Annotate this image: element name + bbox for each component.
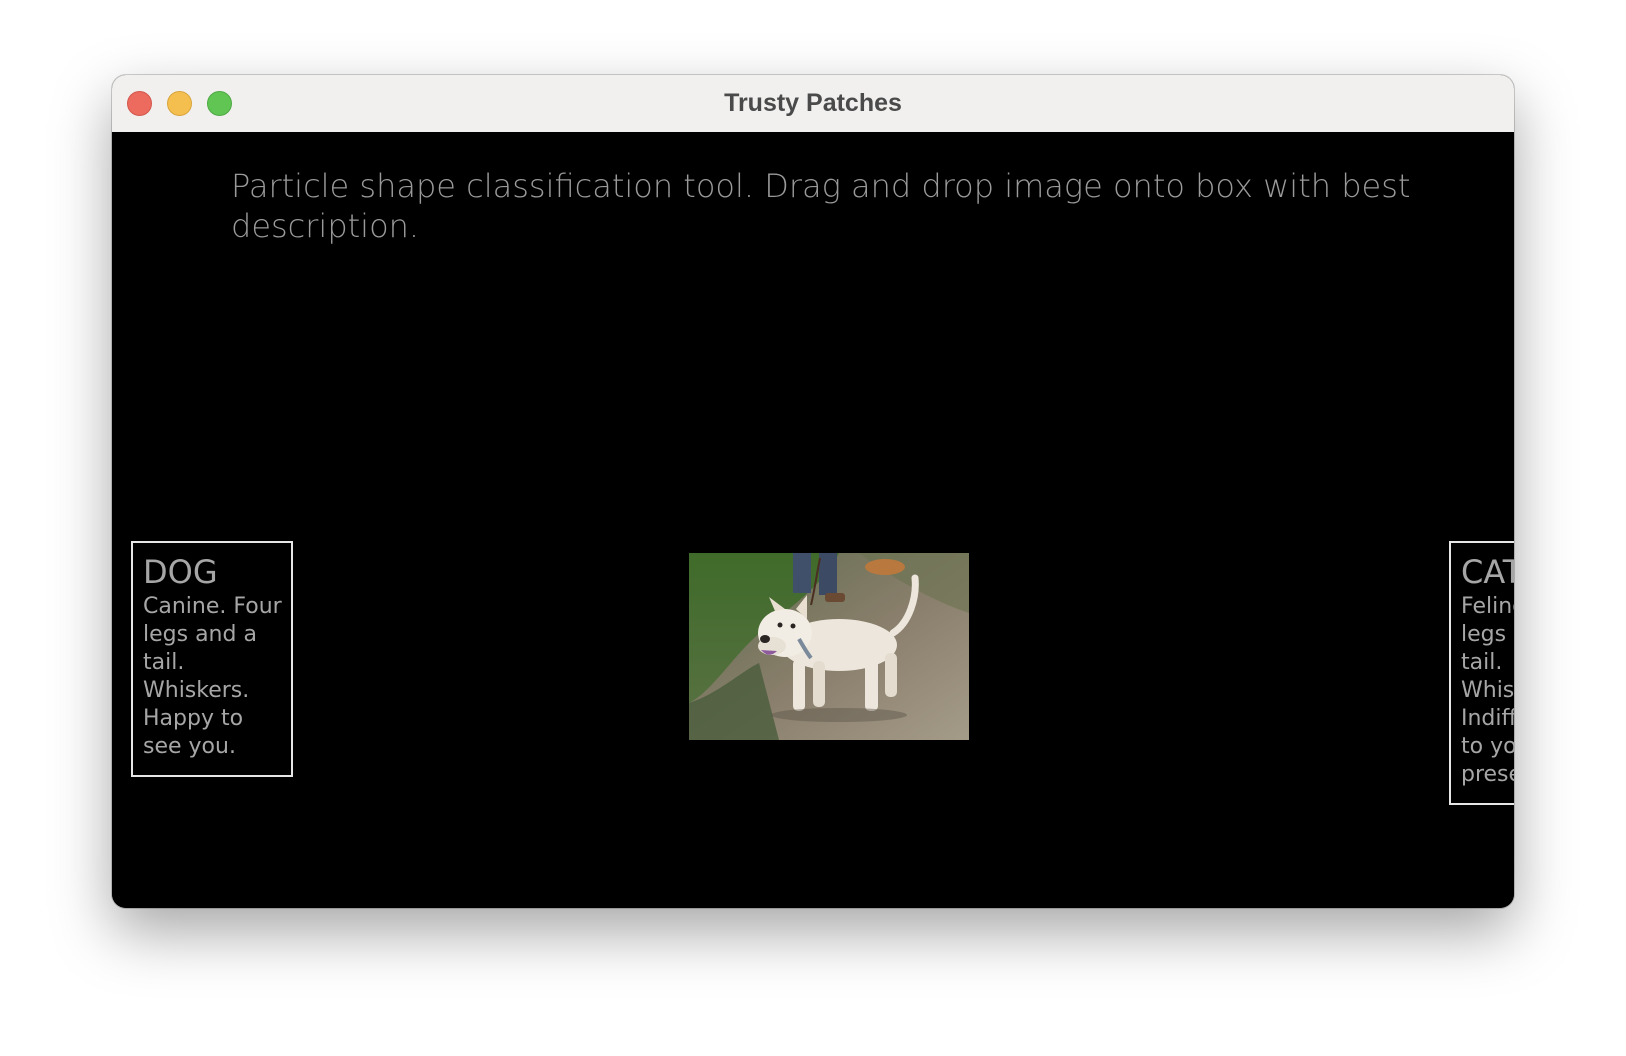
drop-target-title: CAT [1461,553,1514,591]
drop-target-description: Canine. Four legs and a tail. Whiskers. … [143,594,282,759]
main-content: Particle shape classification tool. Drag… [112,132,1514,908]
app-window: Trusty Patches Particle shape classifica… [112,75,1514,908]
drop-target-description: Feline. Four legs and a tail. Whiskers. … [1461,594,1514,787]
dog-photo-icon [689,553,969,740]
title-bar: Trusty Patches [112,75,1514,133]
window-title: Trusty Patches [724,89,902,117]
drop-target-dog[interactable]: DOG Canine. Four legs and a tail. Whiske… [131,541,293,777]
draggable-dog-image[interactable] [689,553,969,740]
drop-target-title: DOG [143,553,218,591]
drop-target-cat[interactable]: CAT Feline. Four legs and a tail. Whiske… [1449,541,1514,805]
instructions-text: Particle shape classification tool. Drag… [231,167,1411,245]
